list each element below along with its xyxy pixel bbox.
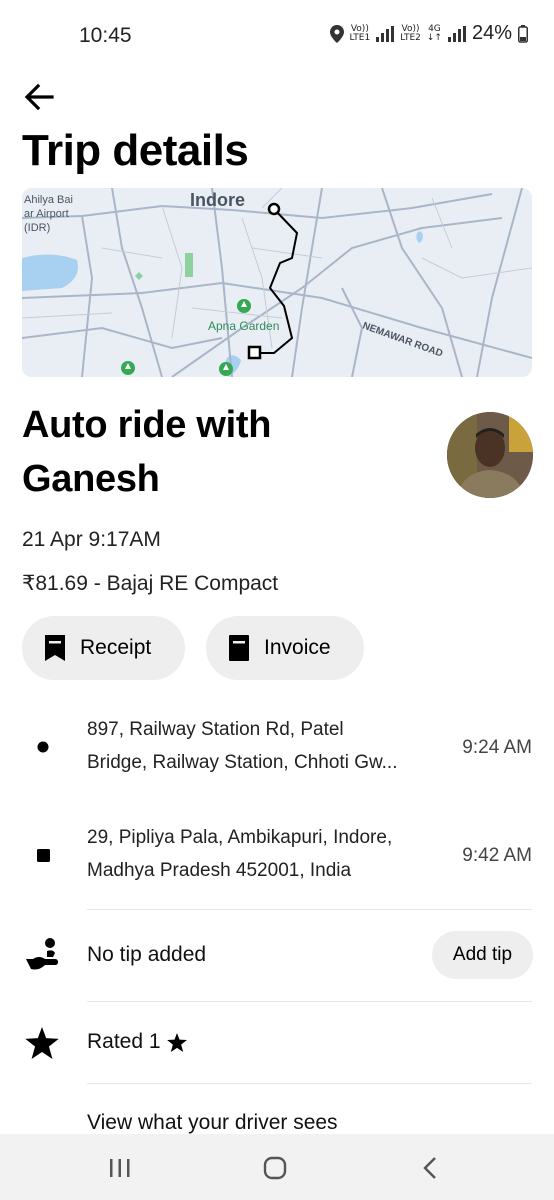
divider — [87, 1001, 532, 1002]
trip-date: 21 Apr 9:17AM — [22, 528, 161, 551]
view-driver-view-link[interactable]: View what your driver sees — [87, 1111, 338, 1135]
svg-text:Ahilya Bai: Ahilya Bai — [24, 194, 73, 206]
dropoff-marker — [247, 345, 262, 360]
pickup-dot-icon — [37, 741, 49, 753]
signal-icon-2 — [447, 25, 466, 42]
add-tip-button[interactable]: Add tip — [432, 931, 533, 979]
dropoff-square-icon — [37, 849, 50, 862]
trip-fare: ₹81.69 - Bajaj RE Compact — [22, 572, 279, 595]
svg-text:ar Airport: ar Airport — [24, 208, 69, 220]
home-icon[interactable] — [263, 1156, 287, 1180]
receipt-icon — [45, 635, 65, 661]
dropoff-time: 9:42 AM — [462, 845, 532, 866]
trip-map[interactable]: Indore Ahilya Bai ar Airport (IDR) Apna … — [22, 188, 532, 377]
recent-apps-icon[interactable] — [108, 1158, 132, 1178]
status-time: 10:45 — [79, 24, 132, 47]
battery-percentage: 24% — [471, 22, 512, 44]
network-type: 4G ↓↑ — [426, 23, 442, 43]
status-icons: Vo)) LTE1 Vo)) LTE2 4G ↓↑ 24% — [329, 22, 528, 45]
pickup-time: 9:24 AM — [462, 737, 532, 758]
location-icon — [329, 24, 344, 43]
pickup-address: 897, Railway Station Rd, Patel Bridge, R… — [87, 719, 398, 773]
rating-label: Rated 1 — [87, 1030, 161, 1053]
back-arrow-icon[interactable] — [22, 80, 56, 114]
divider — [87, 1083, 532, 1084]
divider — [87, 909, 532, 910]
invoice-label: Invoice — [264, 636, 331, 659]
star-icon — [25, 1027, 59, 1059]
battery-icon — [518, 24, 528, 43]
map-poi-label: Apna Garden — [208, 319, 279, 333]
driver-avatar — [447, 412, 533, 498]
sim1-indicator: Vo)) LTE1 — [349, 23, 371, 43]
tip-status: No tip added — [87, 943, 207, 966]
signal-icon — [376, 25, 395, 42]
rating-star-icon — [166, 1032, 187, 1052]
receipt-label: Receipt — [80, 636, 152, 659]
pickup-marker — [267, 202, 281, 216]
status-bar: 10:45 Vo)) LTE1 Vo)) LTE2 4G ↓↑ 24% — [0, 0, 554, 72]
dropoff-address: 29, Pipliya Pala, Ambikapuri, Indore, Ma… — [87, 827, 393, 881]
sim2-indicator: Vo)) LTE2 — [400, 23, 421, 43]
receipt-button[interactable]: Receipt — [22, 616, 185, 680]
invoice-button[interactable]: Invoice — [206, 616, 364, 680]
back-nav-icon[interactable] — [420, 1156, 440, 1180]
tip-hand-icon — [26, 938, 58, 970]
page-title: Trip details — [22, 126, 249, 175]
ride-title: Auto ride with Ganesh — [22, 404, 272, 500]
invoice-icon — [229, 635, 249, 661]
rating-row[interactable]: Rated 1 — [87, 1030, 187, 1054]
map-city-label: Indore — [190, 190, 245, 210]
system-nav-bar — [0, 1134, 554, 1200]
svg-text:(IDR): (IDR) — [24, 222, 50, 234]
